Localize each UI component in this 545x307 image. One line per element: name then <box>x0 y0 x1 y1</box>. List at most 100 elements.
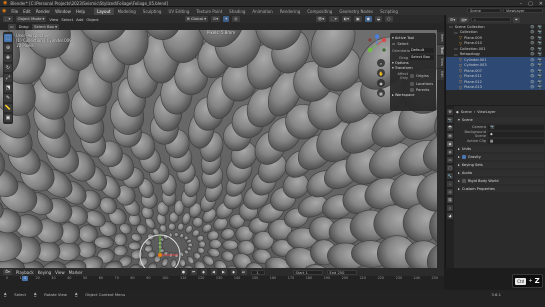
modifier-tab-icon[interactable]: 🔧 <box>447 173 453 179</box>
play-icon[interactable]: ▶ <box>220 269 227 275</box>
tool-tab-icon[interactable]: ⚒ <box>447 109 453 115</box>
scene-field[interactable]: Scene <box>467 8 501 13</box>
tab-item[interactable]: Item <box>437 32 444 44</box>
blender-menu-icon[interactable]: ◉ <box>2 8 6 14</box>
marker-menu[interactable]: Marker <box>69 270 83 275</box>
visibility-eye-icon[interactable]: 👁 <box>530 25 535 29</box>
physics-tab-icon[interactable]: ◎ <box>447 189 453 195</box>
pivot-dropdown[interactable]: ⊙▾ <box>211 16 221 22</box>
menu-render[interactable]: Render <box>36 9 50 14</box>
snap-toggle[interactable]: ⌖ <box>223 16 230 22</box>
render-camera-icon[interactable]: 📷 <box>538 85 542 89</box>
properties-section-units[interactable]: ▸ Units <box>456 146 544 152</box>
menu-help[interactable]: Help <box>76 9 85 14</box>
timeline-view-menu[interactable]: View <box>55 270 65 275</box>
record-icon[interactable]: ● <box>180 269 187 275</box>
collection-tab-icon[interactable]: ▭ <box>447 157 453 163</box>
cursor-tool-icon[interactable]: ⊕ <box>4 44 12 52</box>
proportional-toggle[interactable]: ◎ <box>232 16 240 22</box>
grid-icon[interactable]: ▦ <box>377 89 385 97</box>
end-frame-field[interactable]: End 250 <box>326 269 357 275</box>
object-tab-icon[interactable]: ▢ <box>447 165 453 171</box>
render-camera-icon[interactable]: 📷 <box>538 69 542 73</box>
view-layer-tab-icon[interactable]: ▤ <box>447 133 453 139</box>
properties-section-audio[interactable]: ▸ Audio <box>456 170 544 176</box>
visibility-eye-icon[interactable]: 👁 <box>530 52 535 56</box>
view-menu[interactable]: View <box>49 17 58 22</box>
pan-hand-icon[interactable]: ✋ <box>377 69 385 77</box>
scale-tool-icon[interactable]: ⤢ <box>4 74 12 82</box>
workspace-tab-texture-paint[interactable]: Texture Paint <box>193 8 225 15</box>
workspace-tab-animation[interactable]: Animation <box>249 8 275 15</box>
render-camera-icon[interactable]: 📷 <box>538 80 542 84</box>
active-tool-section[interactable]: ▾ Active Tool <box>392 36 434 40</box>
particles-tab-icon[interactable]: ∴ <box>447 181 453 187</box>
properties-section-keying-sets[interactable]: ▸ Keying Sets <box>456 162 544 168</box>
material-tab-icon[interactable]: ◕ <box>447 213 453 219</box>
add-menu[interactable]: Add <box>76 17 83 22</box>
jump-start-icon[interactable]: ⏮ <box>190 269 197 275</box>
tab-tool[interactable]: Tool <box>437 44 444 56</box>
select-box-mode-icon[interactable]: ▭ <box>8 23 16 30</box>
origins-checkbox[interactable] <box>410 74 414 78</box>
render-camera-icon[interactable]: 📷 <box>538 47 542 51</box>
rotate-tool-icon[interactable]: ↻ <box>4 64 12 72</box>
playback-menu[interactable]: Playback <box>16 270 34 275</box>
render-camera-icon[interactable]: 📷 <box>538 25 542 29</box>
gizmo-toggle[interactable]: ⬚▾ <box>329 16 339 22</box>
render-camera-icon[interactable]: 📷 <box>538 58 542 62</box>
visibility-eye-icon[interactable]: 👁 <box>530 58 535 62</box>
annotate-tool-icon[interactable]: ✎ <box>4 94 12 102</box>
select-tool-icon[interactable]: ⬚ <box>4 34 12 42</box>
transform-subsection[interactable]: ▾ Transform <box>392 66 434 70</box>
drag-dropdown[interactable]: Select Box ▾ <box>32 23 59 30</box>
workspace-tab-sculpting[interactable]: Sculpting <box>140 8 165 15</box>
section-checkbox[interactable] <box>461 179 466 183</box>
section-checkbox[interactable] <box>461 155 466 159</box>
playhead[interactable]: 1 <box>22 276 28 281</box>
drag-field[interactable]: Select Box <box>410 55 434 60</box>
filter-icon[interactable]: ⏷ <box>512 16 520 23</box>
solid-shading-button[interactable]: ● <box>364 16 372 22</box>
measure-tool-icon[interactable]: 📏 <box>4 104 12 112</box>
outliner-editor-icon[interactable]: ☰▾ <box>448 16 458 23</box>
editor-type-button[interactable]: ⬚▾ <box>3 16 13 22</box>
overlay-toggle[interactable]: ◐▾ <box>341 16 352 22</box>
object-menu[interactable]: Object <box>86 17 98 22</box>
camera-field[interactable]: 📷 <box>488 124 544 130</box>
visibility-eye-icon[interactable]: 👁 <box>530 30 535 34</box>
move-tool-icon[interactable]: ✥ <box>4 54 12 62</box>
constraints-tab-icon[interactable]: ⛓ <box>447 197 453 203</box>
locations-checkbox[interactable] <box>410 82 414 86</box>
next-key-icon[interactable]: ◆ <box>230 269 237 275</box>
render-camera-icon[interactable]: 📷 <box>538 52 542 56</box>
zoom-icon[interactable]: ⌕ <box>377 59 385 67</box>
menu-edit[interactable]: Edit <box>23 9 31 14</box>
visibility-eye-icon[interactable]: 👁 <box>530 47 535 51</box>
render-camera-icon[interactable]: 📷 <box>538 36 542 40</box>
workspace-tab-rendering[interactable]: Rendering <box>277 8 303 15</box>
minimize-button[interactable]: – <box>520 1 523 7</box>
outliner-row[interactable]: ▽ Plane.013 👁 📷 <box>446 84 545 90</box>
workspace-tab-layout[interactable]: Layout <box>93 7 114 15</box>
visibility-button[interactable]: 👁▾ <box>315 16 327 22</box>
navigation-gizmo[interactable] <box>366 34 388 56</box>
xray-toggle[interactable]: ▣ <box>354 16 362 22</box>
start-frame-field[interactable]: Start 1 <box>292 269 323 275</box>
mode-dropdown[interactable]: Object Mode ▾ <box>15 16 47 22</box>
select-menu[interactable]: Select <box>61 17 73 22</box>
visibility-eye-icon[interactable]: 👁 <box>530 41 535 45</box>
timeline-area[interactable]: 0102030405060708090100110120130140150160… <box>0 276 444 290</box>
render-camera-icon[interactable]: 📷 <box>538 30 542 34</box>
background-scene-field[interactable]: ◆ <box>488 131 544 137</box>
workspace-tab-modeling[interactable]: Modeling <box>115 8 139 15</box>
display-mode-icon[interactable]: ▤▾ <box>459 16 469 23</box>
workspace-tab-shading[interactable]: Shading <box>226 8 248 15</box>
options-section[interactable]: ▾ Options <box>392 61 434 65</box>
workspace-tab-scripting[interactable]: Scripting <box>377 8 401 15</box>
tab-edit[interactable]: Edit <box>437 69 444 80</box>
render-camera-icon[interactable]: 📷 <box>538 74 542 78</box>
properties-section-gravity[interactable]: ▸ Gravity <box>456 154 544 160</box>
tab-view[interactable]: View <box>437 56 444 69</box>
menu-file[interactable]: File <box>11 9 18 14</box>
